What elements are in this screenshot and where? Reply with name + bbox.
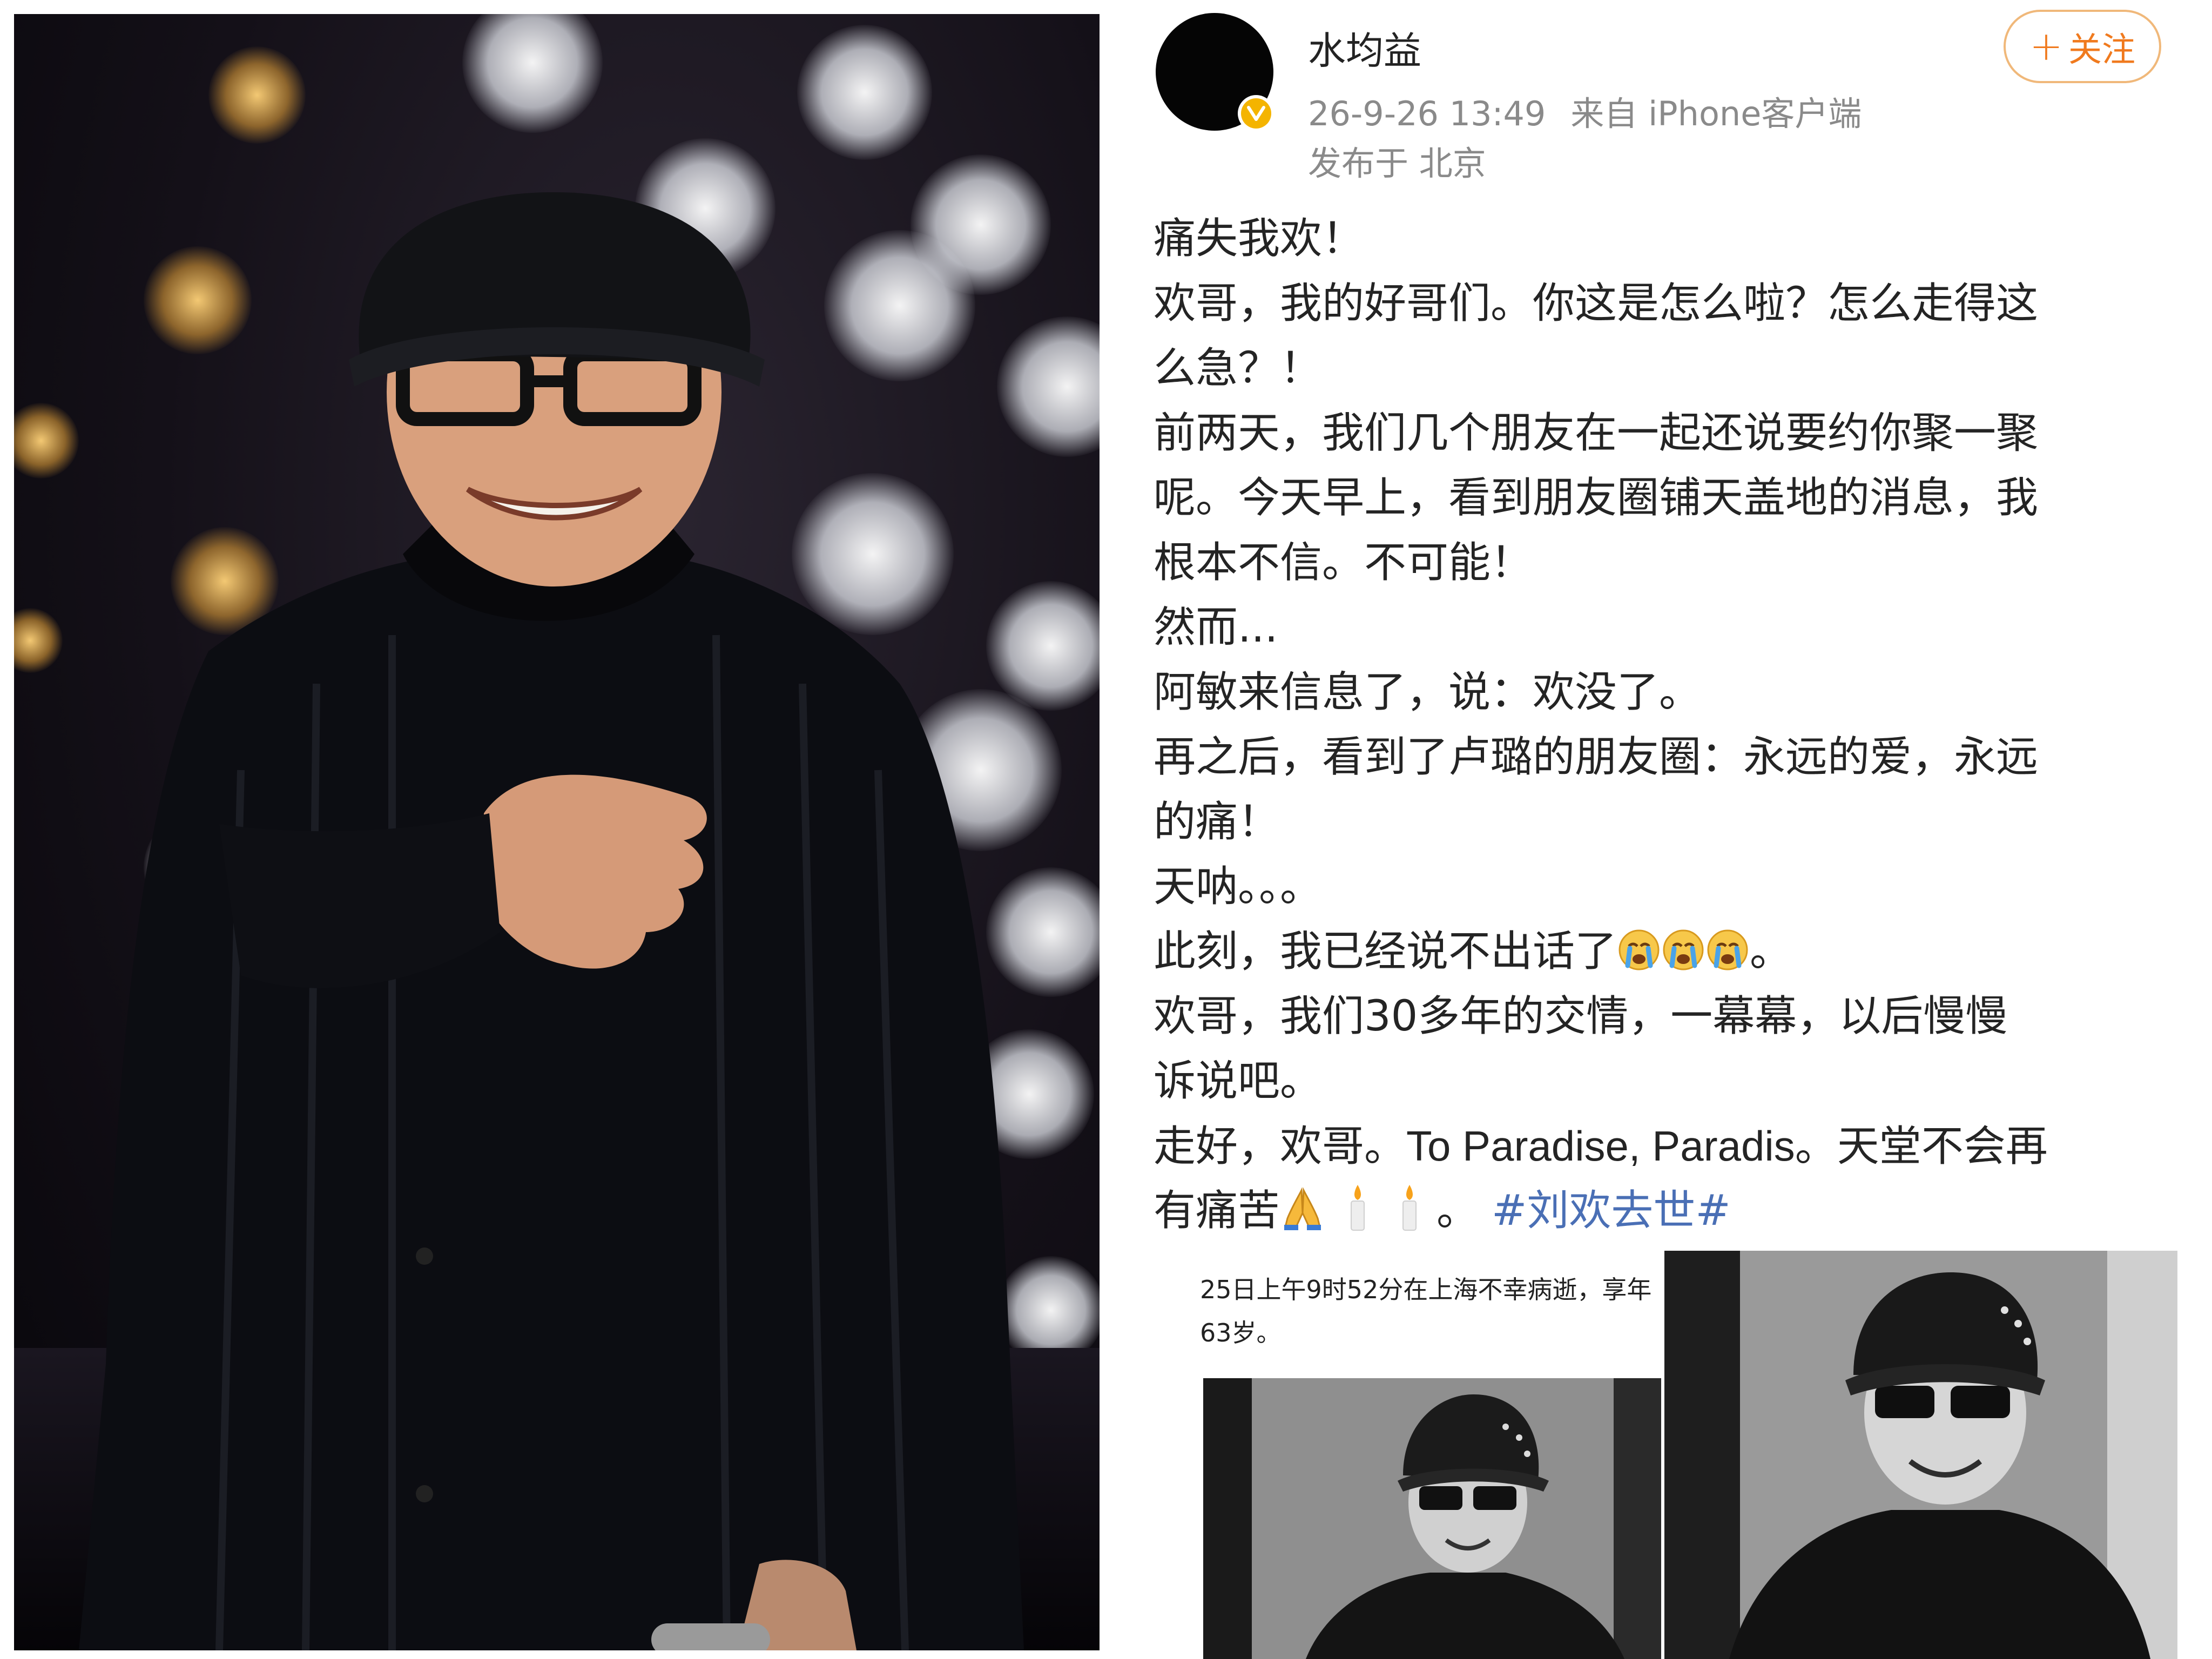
post-line: 根本不信。不可能！ (1154, 538, 1533, 587)
post-line: 的痛！ (1154, 798, 1280, 846)
post-line: 再之后，看到了卢璐的朋友圈：永远的爱，永远 (1154, 733, 2039, 781)
post-line: 诉说吧。 (1154, 1057, 1323, 1105)
checkmark-icon (1247, 106, 1265, 121)
bw-portrait-figure (1664, 1251, 2177, 1659)
follow-label: 关注 (2068, 30, 2136, 69)
post-location: 发布于 北京 (1308, 144, 1486, 183)
post-timestamp: 26-9-26 13:49 (1308, 94, 1546, 133)
bw-portrait (1203, 1378, 1661, 1659)
post-meta: 26-9-26 13:49 来自 iPhone客户端 (1308, 86, 1862, 135)
post-source: 来自 iPhone客户端 (1570, 94, 1862, 133)
plus-icon: + (2029, 23, 2063, 70)
verified-badge-icon (1238, 95, 1274, 132)
post-line: 阿敏来信息了，说：欢没了。 (1154, 668, 1702, 717)
post-line: 有痛苦 。 #刘欢去世# (1154, 1178, 2185, 1243)
attached-caption: 25日上午9时52分在上海不幸病逝，享年63岁。 (1200, 1275, 1652, 1347)
candle-icon (1341, 1183, 1374, 1250)
folded-hands-icon (1280, 1185, 1325, 1250)
post-line-end: 。 (1437, 1186, 1479, 1235)
post-line: 欢哥，我的好哥们。你这是怎么啦？怎么走得这 (1154, 279, 2039, 328)
hashtag-link[interactable]: #刘欢去世# (1492, 1186, 1731, 1235)
attached-image-2[interactable] (1664, 1251, 2177, 1659)
post-line: 么急？！ (1154, 344, 1323, 393)
weibo-post: 水均益 26-9-26 13:49 来自 iPhone客户端 发布于 北京 + 关… (1112, 0, 2212, 1659)
attached-image-1[interactable]: 25日上午9时52分在上海不幸病逝，享年63岁。 (1164, 1252, 1683, 1659)
post-line: 欢哥，我们30多年的交情，一幕幕，以后慢慢 (1154, 992, 2008, 1041)
post-line: 呢。今天早上，看到朋友圈铺天盖地的消息，我 (1154, 474, 2039, 522)
crying-face-icon (1617, 926, 1661, 990)
crying-face-icon (1661, 926, 1705, 990)
stage-photo (14, 14, 1100, 1650)
post-line: 天呐。。。 (1154, 862, 1323, 911)
username[interactable]: 水均益 (1308, 21, 1421, 75)
post-line: 此刻，我已经说不出话了 。 (1154, 919, 2185, 984)
post-line: 痛失我欢！ (1154, 214, 1365, 263)
performer-figure (79, 192, 1024, 1650)
post-line-end: 。 (1750, 927, 1792, 976)
post-body: 痛失我欢！ 欢哥，我的好哥们。你这是怎么啦？怎么走得这 么急？！ 前两天，我们几… (1154, 206, 2185, 1243)
post-line: 走好，欢哥。To Paradise, Paradis。天堂不会再 (1154, 1122, 2048, 1170)
post-line: 然而... (1154, 603, 1278, 652)
candle-icon (1393, 1183, 1426, 1250)
follow-button[interactable]: + 关注 (2004, 10, 2161, 83)
post-line-text: 有痛苦 (1154, 1186, 1280, 1235)
post-line: 前两天，我们几个朋友在一起还说要约你聚一聚 (1154, 409, 2039, 457)
crying-face-icon (1705, 926, 1750, 990)
bw-portrait-figure (1203, 1378, 1661, 1659)
post-line-text: 此刻，我已经说不出话了 (1154, 927, 1617, 976)
